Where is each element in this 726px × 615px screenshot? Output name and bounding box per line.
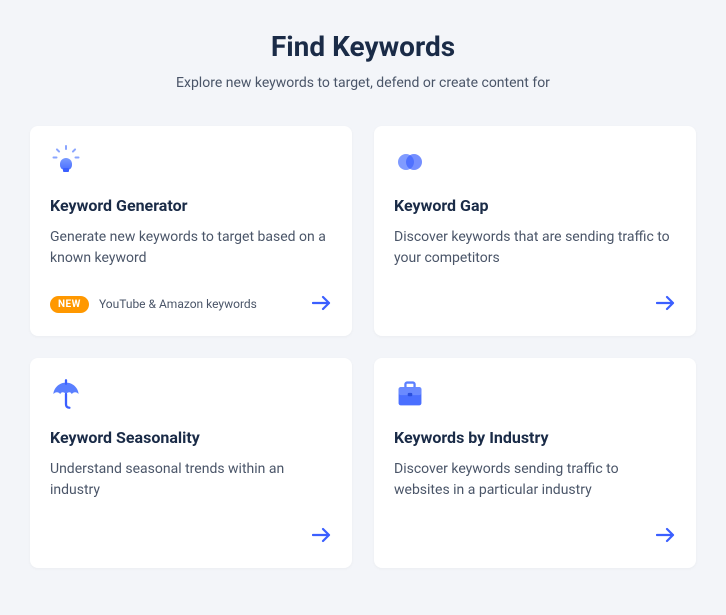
page-header: Find Keywords Explore new keywords to ta… bbox=[30, 30, 696, 91]
badge-text: YouTube & Amazon keywords bbox=[99, 297, 257, 311]
cards-grid: Keyword Generator Generate new keywords … bbox=[30, 126, 696, 568]
card-title: Keywords by Industry bbox=[394, 428, 676, 447]
card-description: Discover keywords sending traffic to web… bbox=[394, 459, 676, 504]
card-description: Discover keywords that are sending traff… bbox=[394, 227, 676, 272]
briefcase-icon bbox=[394, 378, 676, 410]
card-keywords-by-industry[interactable]: Keywords by Industry Discover keywords s… bbox=[374, 358, 696, 568]
arrow-right-icon[interactable] bbox=[312, 524, 332, 548]
card-title: Keyword Gap bbox=[394, 196, 676, 215]
card-footer bbox=[394, 292, 676, 316]
page-subtitle: Explore new keywords to target, defend o… bbox=[30, 75, 696, 91]
new-badge: NEW bbox=[50, 296, 89, 313]
umbrella-icon bbox=[50, 378, 332, 410]
overlap-circles-icon bbox=[394, 146, 676, 178]
arrow-right-icon[interactable] bbox=[312, 292, 332, 316]
card-keyword-seasonality[interactable]: Keyword Seasonality Understand seasonal … bbox=[30, 358, 352, 568]
card-title: Keyword Generator bbox=[50, 196, 332, 215]
card-footer bbox=[394, 524, 676, 548]
arrow-right-icon[interactable] bbox=[656, 292, 676, 316]
card-keyword-generator[interactable]: Keyword Generator Generate new keywords … bbox=[30, 126, 352, 336]
lightbulb-icon bbox=[50, 146, 332, 178]
card-keyword-gap[interactable]: Keyword Gap Discover keywords that are s… bbox=[374, 126, 696, 336]
arrow-right-icon[interactable] bbox=[656, 524, 676, 548]
card-title: Keyword Seasonality bbox=[50, 428, 332, 447]
card-description: Understand seasonal trends within an ind… bbox=[50, 459, 332, 504]
card-description: Generate new keywords to target based on… bbox=[50, 227, 332, 272]
card-footer: NEW YouTube & Amazon keywords bbox=[50, 292, 332, 316]
page-title: Find Keywords bbox=[30, 30, 696, 63]
card-footer bbox=[50, 524, 332, 548]
